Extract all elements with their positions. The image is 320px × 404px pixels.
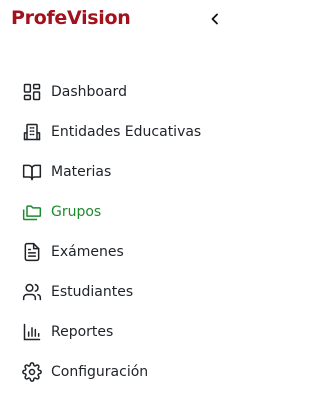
sidebar-item-examenes[interactable]: Exámenes (0, 232, 243, 272)
sidebar-item-label: Dashboard (51, 84, 127, 100)
sidebar-item-reportes[interactable]: Reportes (0, 312, 243, 352)
sidebar: ProfeVision Dashboard Entidades Educativ… (0, 0, 243, 404)
chevron-left-icon (211, 13, 218, 25)
sidebar-item-label: Configuración (51, 364, 149, 380)
folders-icon (22, 202, 42, 222)
sidebar-item-label: Materias (51, 164, 112, 180)
sidebar-item-entidades-educativas[interactable]: Entidades Educativas (0, 112, 243, 152)
sidebar-item-materias[interactable]: Materias (0, 152, 243, 192)
sidebar-header: ProfeVision (0, 0, 243, 40)
building-icon (22, 122, 42, 142)
book-open-icon (22, 162, 42, 182)
sidebar-item-estudiantes[interactable]: Estudiantes (0, 272, 243, 312)
sidebar-item-label: Grupos (51, 204, 102, 220)
sidebar-item-dashboard[interactable]: Dashboard (0, 72, 243, 112)
users-icon (22, 282, 42, 302)
gear-icon (22, 362, 42, 382)
file-text-icon (22, 242, 42, 262)
sidebar-nav: Dashboard Entidades Educativas Materias … (0, 72, 243, 392)
sidebar-item-label: Reportes (51, 324, 114, 340)
sidebar-item-label: Estudiantes (51, 284, 134, 300)
collapse-sidebar-button[interactable] (205, 9, 225, 29)
brand-logo[interactable]: ProfeVision (11, 7, 131, 29)
sidebar-item-label: Entidades Educativas (51, 124, 202, 140)
sidebar-item-label: Exámenes (51, 244, 124, 260)
bar-chart-icon (22, 322, 42, 342)
sidebar-item-configuracion[interactable]: Configuración (0, 352, 243, 392)
dashboard-icon (22, 82, 42, 102)
sidebar-item-grupos[interactable]: Grupos (0, 192, 243, 232)
